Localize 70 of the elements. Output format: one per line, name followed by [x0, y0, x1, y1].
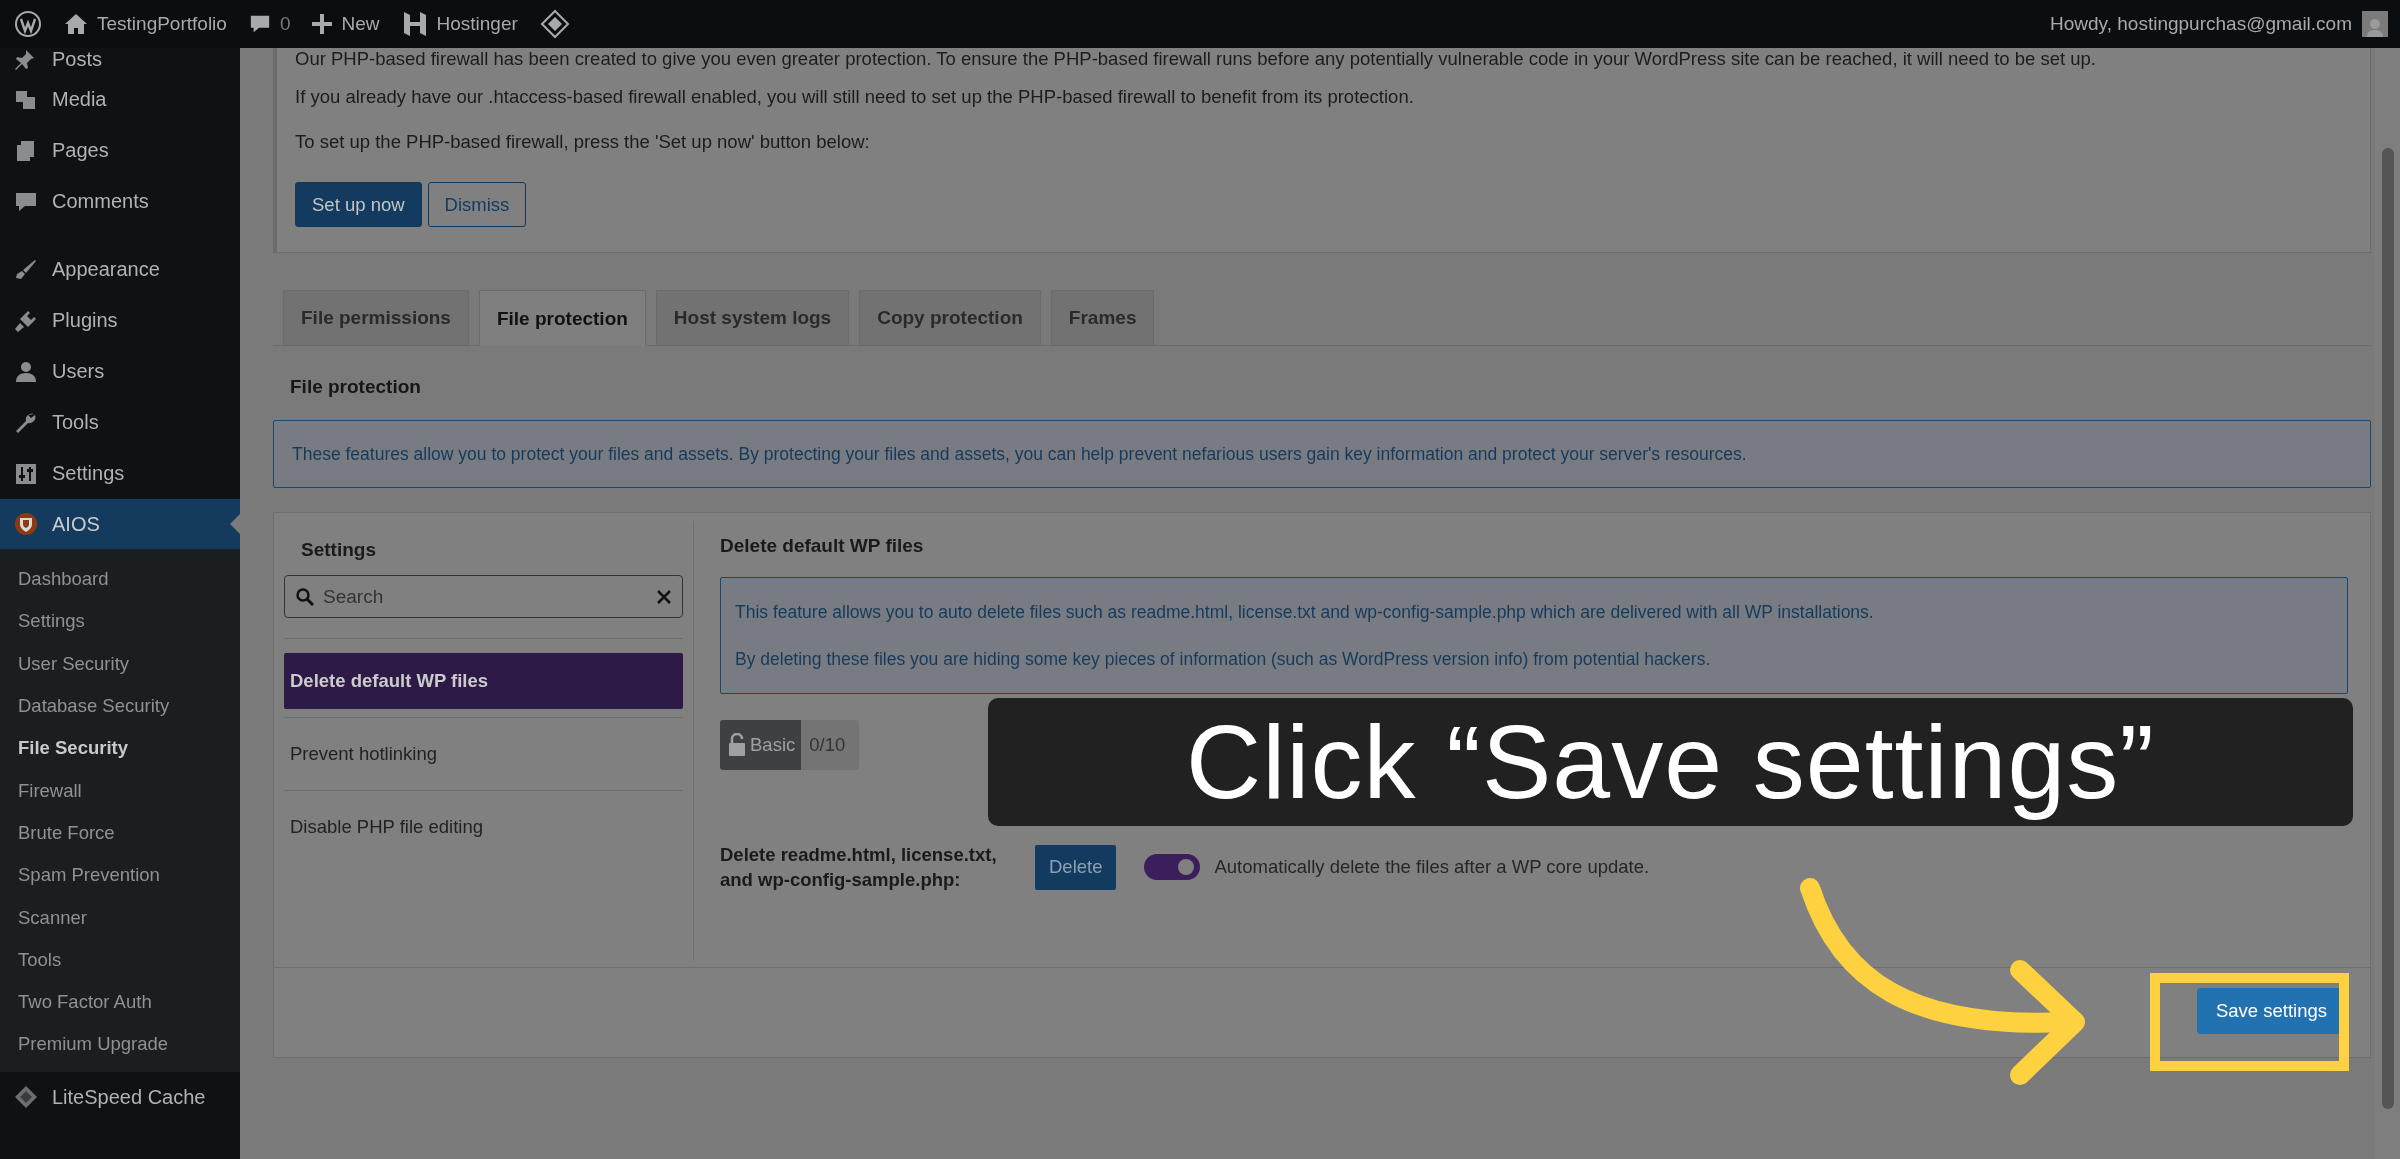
tab[interactable]: File protection	[478, 290, 646, 346]
lock-icon	[728, 733, 746, 757]
submenu-item[interactable]: User Security	[0, 642, 240, 685]
option-label: Delete readme.html, license.txt, and wp-config-sample.php:	[720, 843, 998, 892]
notice-button[interactable]: Set up now	[295, 182, 422, 227]
home-icon	[64, 13, 88, 35]
feature-nav-item[interactable]: Delete default WP files	[284, 653, 683, 709]
site-link[interactable]: TestingPortfolio	[97, 13, 227, 35]
notice-button[interactable]: Dismiss	[427, 182, 527, 227]
delete-button[interactable]: Delete	[1035, 844, 1117, 890]
diamond-icon	[14, 1085, 38, 1110]
h-logo-icon	[401, 11, 428, 37]
tab[interactable]: Host system logs	[655, 290, 850, 345]
sidebar-item[interactable]: Comments	[0, 176, 240, 227]
sidebar-item[interactable]: Tools	[0, 397, 240, 448]
toggle-label: Automatically delete the files after a WP core update.	[1214, 856, 1650, 878]
submenu-item[interactable]: Spam Prevention	[0, 854, 240, 897]
toggle-switch[interactable]	[1144, 854, 1201, 880]
score-badge: 0/10	[801, 720, 860, 770]
plus-icon	[312, 14, 333, 34]
new-link[interactable]: New	[341, 13, 380, 35]
wordpress-logo-icon[interactable]	[14, 10, 42, 38]
submenu-item[interactable]: Database Security	[0, 684, 240, 728]
info-message: These features allow you to protect your files and assets. By protecting your files and assets, you can help prevent nefarious users gain key information and protect your server's resources.	[273, 420, 2371, 488]
sidebar-item[interactable]: Settings	[0, 448, 240, 499]
level-badge: Basic	[720, 720, 802, 770]
submenu-item[interactable]: Brute Force	[0, 811, 240, 855]
tab[interactable]: Frames	[1050, 290, 1155, 345]
search-field[interactable]: Search	[284, 575, 683, 618]
close-icon[interactable]	[657, 590, 671, 604]
sidebar-item[interactable]: Pages	[0, 125, 240, 176]
search-icon	[295, 587, 315, 607]
tab[interactable]: Copy protection	[859, 290, 1041, 345]
panel-title: Settings	[300, 538, 377, 562]
submenu-item[interactable]: Firewall	[0, 769, 240, 812]
submenu-item[interactable]: Settings	[0, 600, 240, 643]
sidebar-item[interactable]: Media	[0, 74, 240, 125]
notice-text: Our PHP-based firewall has been created to give you even greater protection. To ensure the PHP-based firewall runs before any potentially vulnerable code in your WordPress site can be reached, it will need to be set up.	[295, 48, 2097, 71]
greeting[interactable]: Howdy, hostingpurchas@gmail.com	[2050, 13, 2352, 35]
scrollbar[interactable]	[2375, 48, 2400, 1159]
comment-count[interactable]: 0	[279, 13, 291, 35]
submenu-item[interactable]: Dashboard	[0, 558, 240, 601]
sidebar-item[interactable]: Plugins	[0, 295, 240, 346]
sidebar-item[interactable]: LiteSpeed Cache	[0, 1071, 240, 1123]
submenu-item[interactable]: Tools	[0, 938, 240, 981]
hosting-link[interactable]: Hostinger	[436, 13, 518, 35]
feature-info-text: By deleting these files you are hiding some key pieces of information (such as WordPress version info) from potential hackers.	[735, 648, 1712, 670]
notice-text: If you already have our .htaccess-based firewall enabled, you will still need to set up the PHP-based firewall to benefit from its protection.	[295, 84, 1415, 109]
sidebar-item[interactable]: Posts	[0, 48, 240, 74]
notice-text: To set up the PHP-based firewall, press the 'Set up now' button below:	[295, 129, 871, 154]
diamond-icon[interactable]	[539, 9, 570, 39]
shield-icon	[14, 512, 38, 536]
sidebar-item[interactable]: Appearance	[0, 244, 240, 295]
submenu-item[interactable]: Scanner	[0, 896, 240, 939]
submenu-item[interactable]: Premium Upgrade	[0, 1023, 240, 1066]
feature-title: Delete default WP files	[720, 535, 925, 558]
feature-nav-item[interactable]: Prevent hotlinking	[284, 726, 683, 782]
feature-nav-item[interactable]: Disable PHP file editing	[284, 799, 683, 855]
sidebar-item[interactable]: AIOS	[0, 499, 240, 549]
plug-icon	[14, 308, 38, 333]
brush-icon	[14, 257, 38, 282]
section-title: File protection	[290, 376, 422, 399]
user-icon	[14, 359, 38, 384]
sidebar-item[interactable]: Users	[0, 346, 240, 397]
callout-caption: Click “Save settings”	[988, 698, 2353, 826]
sliders-icon	[14, 461, 38, 486]
feature-info-text: This feature allows you to auto delete files such as readme.html, license.txt and wp-config-sample.php which are delivered with all WP installations.	[735, 601, 1875, 623]
tab[interactable]: File permissions	[283, 290, 469, 345]
submenu-item[interactable]: Two Factor Auth	[0, 980, 240, 1024]
submenu-item[interactable]: File Security	[0, 727, 240, 770]
